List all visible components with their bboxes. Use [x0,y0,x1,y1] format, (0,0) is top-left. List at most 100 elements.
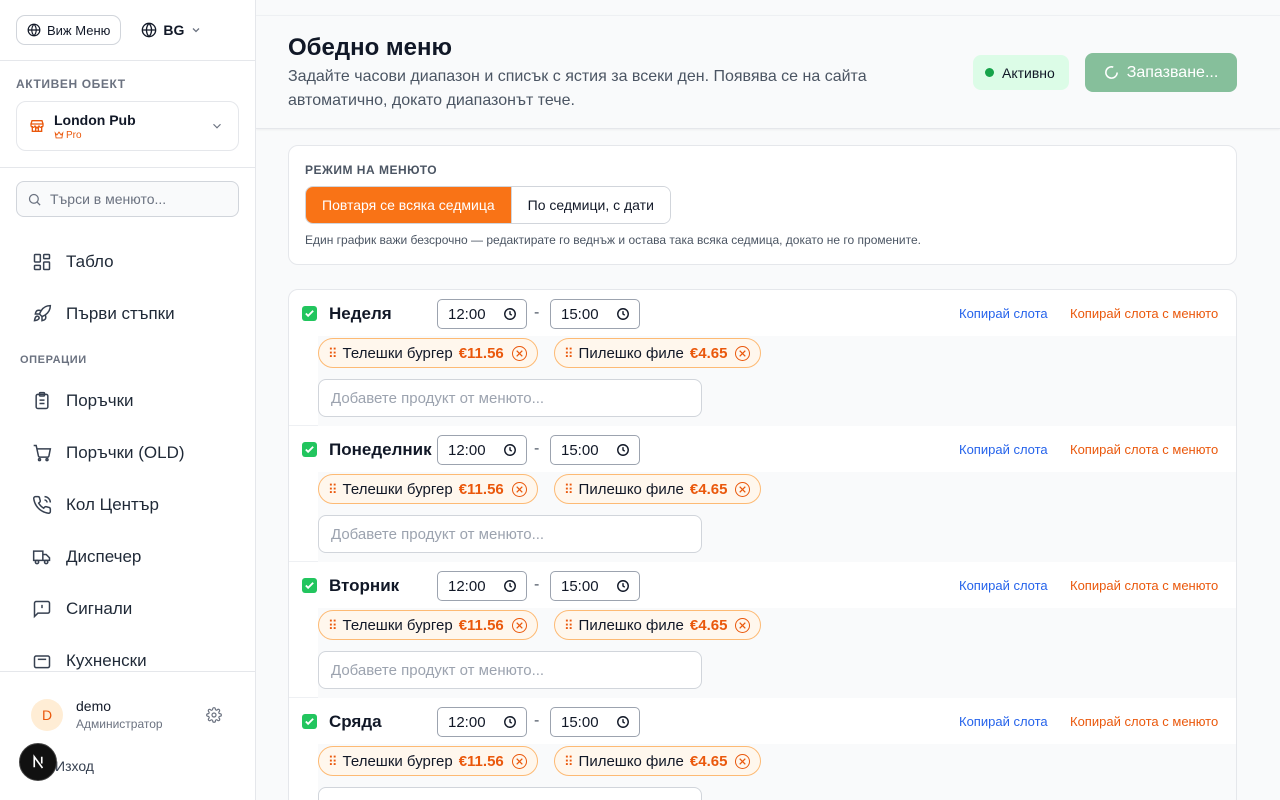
page-title: Обедно меню [288,34,452,61]
drag-handle-icon[interactable]: ⠿ [564,755,573,768]
day-enabled-checkbox[interactable] [302,714,317,729]
menu-item-chip[interactable]: ⠿ Телешки бургер €11.56 [318,746,538,776]
clock-icon [504,580,516,592]
time-from-input[interactable]: 12:00 [437,435,527,465]
sidebar-item-label: Поръчки [66,391,134,410]
sidebar-item-orders[interactable]: Поръчки [32,391,134,411]
clock-icon [617,308,629,320]
day-slot-header: Неделя 12:00 - 15:00 Копирай слота Копир… [289,290,1237,336]
copy-slot-with-menu-link[interactable]: Копирай слота с менюто [1070,714,1218,729]
copy-slot-with-menu-link[interactable]: Копирай слота с менюто [1070,442,1218,457]
add-product-input[interactable] [331,525,691,543]
sidebar-item-orders-old[interactable]: Поръчки (OLD) [32,443,185,463]
menu-item-name: Телешки бургер [342,480,453,498]
menu-item-name: Пилешко филе [578,752,684,770]
remove-item-icon[interactable] [735,753,751,769]
sidebar-item-signals[interactable]: Сигнали [32,599,132,619]
sidebar-item-kitchen[interactable]: Кухненски [32,651,147,671]
remove-item-icon[interactable] [511,481,527,497]
copy-slot-link[interactable]: Копирай слота [959,306,1048,321]
spinner-icon [1104,65,1119,80]
menu-item-price: €11.56 [458,480,504,498]
copy-slot-link[interactable]: Копирай слота [959,442,1048,457]
sidebar-item-first-steps[interactable]: Първи стъпки [32,304,175,324]
remove-item-icon[interactable] [511,345,527,361]
menu-item-chip[interactable]: ⠿ Телешки бургер €11.56 [318,474,538,504]
day-enabled-checkbox[interactable] [302,306,317,321]
time-to-value: 15:00 [561,305,599,323]
remove-item-icon[interactable] [735,617,751,633]
mode-weekly-button[interactable]: Повтаря се всяка седмица [306,187,511,223]
check-icon [305,310,314,318]
menu-item-chip[interactable]: ⠿ Пилешко филе €4.65 [554,746,762,776]
remove-item-icon[interactable] [735,345,751,361]
mode-dated-button[interactable]: По седмици, с дати [510,187,670,223]
time-from-input[interactable]: 12:00 [437,571,527,601]
copy-slot-link[interactable]: Копирай слота [959,578,1048,593]
menu-item-chip[interactable]: ⠿ Пилешко филе €4.65 [554,338,762,368]
time-from-input[interactable]: 12:00 [437,299,527,329]
dashboard-icon [32,252,52,272]
sidebar-item-call-center[interactable]: Кол Център [32,495,159,515]
view-menu-button[interactable]: Виж Меню [16,15,122,45]
time-from-value: 12:00 [448,441,486,459]
drag-handle-icon[interactable]: ⠿ [328,619,337,632]
sidebar-item-label: Табло [66,252,114,271]
time-to-input[interactable]: 15:00 [550,571,640,601]
logout-link[interactable]: Изход [55,758,94,774]
time-to-input[interactable]: 15:00 [550,299,640,329]
drag-handle-icon[interactable]: ⠿ [564,347,573,360]
remove-item-icon[interactable] [511,753,527,769]
time-from-value: 12:00 [448,713,486,731]
page-subtitle: Задайте часови диапазон и списък с ястия… [288,68,867,109]
day-enabled-checkbox[interactable] [302,442,317,457]
drag-handle-icon[interactable]: ⠿ [328,347,337,360]
menu-item-name: Телешки бургер [342,616,453,634]
day-enabled-checkbox[interactable] [302,578,317,593]
save-button[interactable]: Запазване... [1085,53,1237,92]
copy-slot-link[interactable]: Копирай слота [959,714,1048,729]
add-product-input[interactable] [331,389,691,407]
time-to-input[interactable]: 15:00 [550,707,640,737]
sidebar-item-dashboard[interactable]: Табло [32,252,114,272]
check-icon [305,582,314,590]
drag-handle-icon[interactable]: ⠿ [564,483,573,496]
day-slots-list: Неделя 12:00 - 15:00 Копирай слота Копир… [288,289,1237,800]
remove-item-icon[interactable] [735,481,751,497]
sidebar-item-dispatcher[interactable]: Диспечер [32,547,141,567]
menu-item-chip[interactable]: ⠿ Телешки бургер €11.56 [318,338,538,368]
menu-search [16,181,239,217]
menu-item-chip[interactable]: ⠿ Пилешко филе €4.65 [554,474,762,504]
drag-handle-icon[interactable]: ⠿ [328,755,337,768]
copy-slot-with-menu-link[interactable]: Копирай слота с менюто [1070,306,1218,321]
drag-handle-icon[interactable]: ⠿ [328,483,337,496]
sidebar-item-label: Кол Център [66,495,159,514]
plan-label: Pro [66,129,82,141]
gear-icon[interactable] [206,707,222,723]
cart-icon [32,443,52,463]
menu-mode-card: РЕЖИМ НА МЕНЮТО Повтаря се всяка седмица… [288,145,1237,265]
language-select[interactable]: BG [141,22,202,38]
time-to-input[interactable]: 15:00 [550,435,640,465]
user-role: Администратор [76,717,163,731]
chevron-down-icon [190,24,202,36]
add-product-input[interactable] [331,661,691,679]
menu-item-chip[interactable]: ⠿ Телешки бургер €11.56 [318,610,538,640]
time-from-input[interactable]: 12:00 [437,707,527,737]
object-switcher[interactable]: London Pub Pro [16,101,239,151]
search-input[interactable] [50,191,220,207]
sidebar-item-label: Диспечер [66,547,142,566]
copy-slot-with-menu-link[interactable]: Копирай слота с менюто [1070,578,1218,593]
plan-badge: Pro [54,130,210,141]
remove-item-icon[interactable] [511,617,527,633]
time-to-value: 15:00 [561,713,599,731]
check-icon [305,718,314,726]
nextjs-dev-icon[interactable] [19,743,57,781]
menu-item-price: €11.56 [458,752,504,770]
drag-handle-icon[interactable]: ⠿ [564,619,573,632]
day-name: Сряда [329,712,382,731]
day-name: Понеделник [329,440,432,459]
truck-icon [32,547,52,567]
menu-item-chip[interactable]: ⠿ Пилешко филе €4.65 [554,610,762,640]
sidebar: Виж Меню BG АКТИВЕН ОБЕКТ London Pub Pro [0,0,256,800]
